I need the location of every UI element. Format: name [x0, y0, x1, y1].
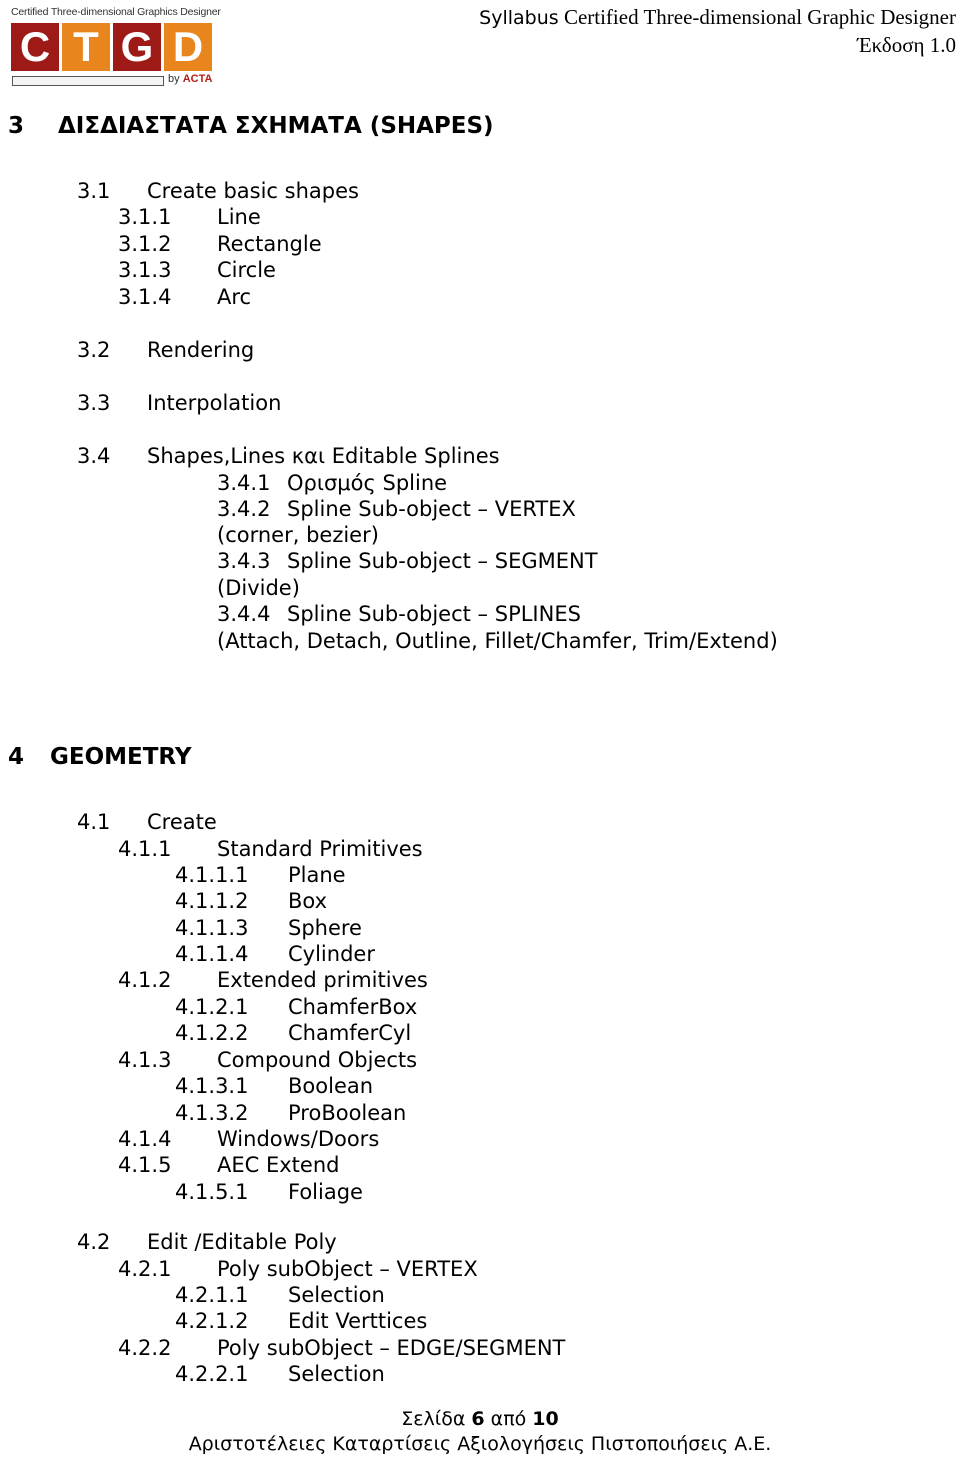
page-total: 10: [532, 1408, 559, 1430]
item-label: (corner, bezier): [217, 523, 379, 547]
item-number: 4.1.1.1: [175, 863, 249, 887]
item-number: 4.1: [77, 810, 111, 834]
item-number: 4.2.2.1: [175, 1362, 249, 1386]
item-label: Boolean: [288, 1074, 374, 1098]
page-separator: από: [484, 1408, 533, 1430]
page-current: 6: [471, 1408, 485, 1430]
item-label: Rectangle: [217, 232, 322, 256]
ctgd-logo: Certified Three-dimensional Graphics Des…: [8, 4, 222, 90]
item-label: Box: [288, 889, 328, 913]
item-label: Create basic shapes: [147, 179, 359, 203]
item-number: 3.4.1: [217, 471, 271, 495]
item-number: 3.4.4: [217, 602, 271, 626]
section-title: ΔΙΣΔΙΑΣΤΑΤΑ ΣΧΗΜΑΤΑ (SHAPES): [58, 113, 494, 139]
page-number: Σελίδα 6 από 10: [0, 1406, 960, 1432]
item-label: ProBoolean: [288, 1101, 407, 1125]
logo-tagline: Certified Three-dimensional Graphics Des…: [11, 6, 221, 18]
item-number: 4.2.1: [118, 1257, 172, 1281]
item-label: Foliage: [288, 1180, 363, 1204]
page-prefix: Σελίδα: [401, 1408, 472, 1430]
item-label: Rendering: [147, 338, 255, 362]
document-header: Syllabus Certified Three-dimensional Gra…: [479, 4, 956, 59]
item-label: Shapes,Lines και Editable Splines: [147, 444, 500, 468]
item-label: Circle: [217, 258, 276, 282]
item-label: (Divide): [217, 576, 300, 600]
item-label: Selection: [288, 1362, 385, 1386]
item-number: 3.4.3: [217, 549, 271, 573]
item-number: 4.1.3.1: [175, 1074, 249, 1098]
item-number: 4.1.2.2: [175, 1021, 249, 1045]
item-number: 4.1.5: [118, 1153, 172, 1177]
logo-letter-t: T: [62, 23, 110, 71]
item-label: Interpolation: [147, 391, 282, 415]
item-label: Sphere: [288, 916, 362, 940]
item-number: 3.4: [77, 444, 111, 468]
item-number: 3.1.3: [118, 258, 172, 282]
item-label: Line: [217, 205, 261, 229]
logo-letter-g: G: [113, 23, 161, 71]
item-number: 4.1.2: [118, 968, 172, 992]
item-label: Compound Objects: [217, 1048, 418, 1072]
logo-letter-c: C: [11, 23, 59, 71]
item-number: 4.1.1: [118, 837, 172, 861]
item-number: 3.3: [77, 391, 111, 415]
section-title: GEOMETRY: [50, 744, 192, 770]
item-label: Selection: [288, 1283, 385, 1307]
item-number: 4.1.3: [118, 1048, 172, 1072]
item-label: Cylinder: [288, 942, 375, 966]
item-label: Poly subObject – VERTEX: [217, 1257, 478, 1281]
item-number: 3.2: [77, 338, 111, 362]
item-label: Windows/Doors: [217, 1127, 380, 1151]
item-label: Extended primitives: [217, 968, 428, 992]
item-label: Spline Sub-object – SEGMENT: [287, 549, 598, 573]
item-number: 4.1.4: [118, 1127, 172, 1151]
item-label: Spline Sub-object – SPLINES: [287, 602, 581, 626]
item-label: Plane: [288, 863, 346, 887]
item-number: 4.1.1.3: [175, 916, 249, 940]
item-label: (Attach, Detach, Outline, Fillet/Chamfer…: [217, 629, 778, 653]
item-number: 4.2.2: [118, 1336, 172, 1360]
header-title: Syllabus Certified Three-dimensional Gra…: [479, 4, 956, 32]
item-label: Arc: [217, 285, 252, 309]
header-title-syllabus: Syllabus: [479, 7, 559, 29]
item-number: 4.1.1.2: [175, 889, 249, 913]
item-number: 3.4.2: [217, 497, 271, 521]
logo-by-acta: by ACTA: [168, 73, 212, 85]
item-label: Standard Primitives: [217, 837, 423, 861]
item-number: 4.1.1.4: [175, 942, 249, 966]
logo-by-prefix: by: [168, 73, 180, 85]
section-number: 4: [8, 744, 25, 770]
company-name: Αριστοτέλειες Καταρτίσεις Αξιολογήσεις Π…: [188, 1433, 772, 1455]
logo-bar: [12, 76, 164, 86]
item-number: 4.1.3.2: [175, 1101, 249, 1125]
item-number: 3.1.4: [118, 285, 172, 309]
item-number: 4.2.1.1: [175, 1283, 249, 1307]
section-number: 3: [8, 113, 25, 139]
item-label: Edit Verttices: [288, 1309, 428, 1333]
item-label: ChamferBox: [288, 995, 418, 1019]
logo-letter-blocks: C T G D: [11, 23, 212, 71]
item-number: 3.1: [77, 179, 111, 203]
item-label: Edit /Editable Poly: [147, 1230, 337, 1254]
item-number: 3.1.1: [118, 205, 172, 229]
item-number: 4.1.2.1: [175, 995, 249, 1019]
logo-org: ACTA: [182, 73, 213, 85]
item-label: Poly subObject – EDGE/SEGMENT: [217, 1336, 566, 1360]
item-number: 4.1.5.1: [175, 1180, 249, 1204]
item-number: 4.2: [77, 1230, 111, 1254]
item-label: Ορισμός Spline: [287, 471, 448, 495]
item-number: 4.2.1.2: [175, 1309, 249, 1333]
item-label: Spline Sub-object – VERTEX: [287, 497, 576, 521]
item-label: Create: [147, 810, 217, 834]
logo-letter-d: D: [164, 23, 212, 71]
header-title-rest: Certified Three-dimensional Graphic Desi…: [558, 5, 956, 29]
item-number: 3.1.2: [118, 232, 172, 256]
item-label: ChamferCyl: [288, 1021, 412, 1045]
item-label: AEC Extend: [217, 1153, 340, 1177]
header-version: Έκδοση 1.0: [857, 33, 956, 57]
